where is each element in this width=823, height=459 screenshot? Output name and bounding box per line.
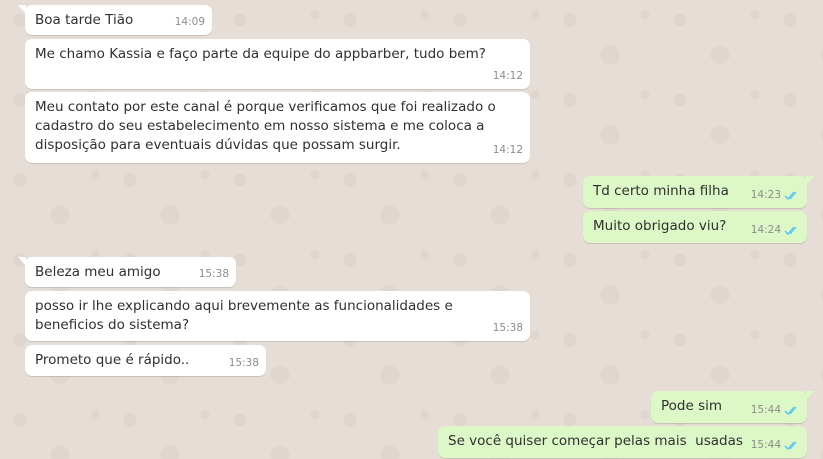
message-incoming[interactable]: Beleza meu amigo 15:38 (18, 257, 236, 287)
message-outgoing[interactable]: Muito obrigado viu? 14:24 (583, 211, 807, 243)
message-text: Prometo que é rápido.. (35, 352, 190, 368)
double-check-read-icon (784, 406, 797, 415)
message-time: 14:23 (750, 189, 781, 201)
message-outgoing[interactable]: Td certo minha filha 14:23 (583, 176, 814, 208)
message-text: Se você quiser começar pelas mais usadas (448, 433, 743, 449)
message-outgoing[interactable]: Pode sim 15:44 (651, 391, 814, 423)
message-time: 15:38 (492, 322, 523, 334)
message-incoming[interactable]: Meu contato por este canal é porque veri… (25, 92, 530, 163)
message-meta: 15:44 (751, 401, 800, 420)
message-incoming[interactable]: posso ir lhe explicando aqui brevemente … (25, 291, 530, 341)
message-time: 15:44 (750, 439, 781, 451)
message-time: 15:38 (228, 357, 259, 369)
message-meta: 15:38 (199, 265, 229, 284)
message-time: 15:44 (750, 404, 781, 416)
message-time: 14:12 (492, 144, 523, 156)
message-text: posso ir lhe explicando aqui brevemente … (35, 298, 453, 333)
message-meta: 14:23 (751, 186, 800, 205)
message-meta: 15:38 (229, 354, 259, 373)
bubble-tail (18, 257, 26, 266)
message-text: Me chamo Kassia e faço parte da equipe d… (35, 46, 486, 62)
double-check-read-icon (784, 191, 797, 200)
bubble-tail (806, 391, 814, 400)
message-incoming[interactable]: Boa tarde Tião 14:09 (18, 5, 212, 35)
message-meta: 14:09 (175, 13, 205, 32)
message-time: 14:24 (750, 224, 781, 236)
double-check-read-icon (784, 226, 797, 235)
message-meta: 14:12 (493, 67, 523, 86)
message-meta: 14:12 (493, 141, 523, 160)
message-incoming[interactable]: Prometo que é rápido.. 15:38 (25, 345, 266, 376)
message-outgoing[interactable]: Se você quiser começar pelas mais usadas… (438, 426, 807, 458)
message-incoming[interactable]: Me chamo Kassia e faço parte da equipe d… (25, 39, 530, 89)
message-time: 14:09 (174, 16, 205, 28)
message-meta: 15:38 (493, 319, 523, 338)
message-text: Meu contato por este canal é porque veri… (35, 99, 496, 153)
bubble-tail (18, 5, 26, 14)
message-time: 14:12 (492, 70, 523, 82)
message-meta: 15:44 (751, 436, 800, 455)
message-time: 15:38 (198, 268, 229, 280)
message-meta: 14:24 (751, 221, 800, 240)
bubble-tail (806, 176, 814, 185)
double-check-read-icon (784, 441, 797, 450)
